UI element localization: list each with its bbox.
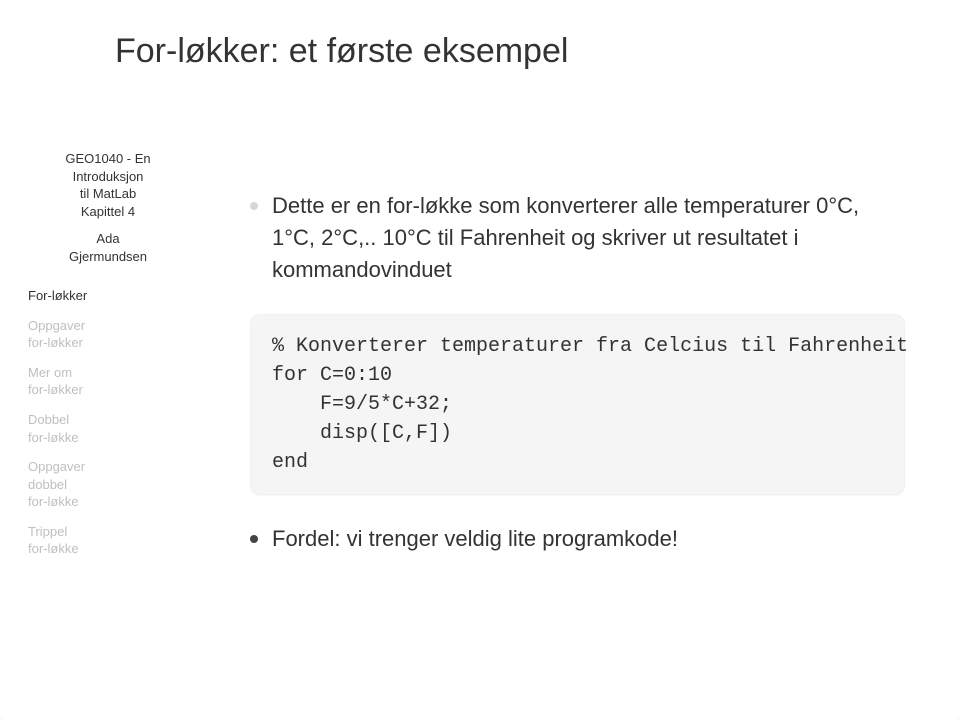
meta-line: GEO1040 - En <box>28 150 188 168</box>
bullet-text: Fordel: vi trenger veldig lite programko… <box>272 523 905 555</box>
content-area: Dette er en for-løkke som konverterer al… <box>250 190 905 565</box>
meta-line: til MatLab <box>28 185 188 203</box>
nav-item-for-lokker[interactable]: For-løkker <box>28 287 188 305</box>
sidebar-meta: GEO1040 - En Introduksjon til MatLab Kap… <box>28 150 188 265</box>
meta-author-first: Ada <box>28 230 188 248</box>
sidebar-nav: For-løkker Oppgaverfor-løkker Mer omfor-… <box>28 287 188 558</box>
bullet-dot-icon <box>250 535 258 543</box>
bullet-item: Dette er en for-løkke som konverterer al… <box>250 190 905 286</box>
sidebar: GEO1040 - En Introduksjon til MatLab Kap… <box>28 150 188 570</box>
bullet-dot-icon <box>250 202 258 210</box>
slide-title: For-løkker: et første eksempel <box>115 32 900 71</box>
slide: For-løkker: et første eksempel GEO1040 -… <box>0 0 960 720</box>
meta-author-last: Gjermundsen <box>28 248 188 266</box>
nav-item-dobbel-for-lokke[interactable]: Dobbelfor-løkke <box>28 411 188 446</box>
bullet-text: Dette er en for-løkke som konverterer al… <box>272 190 905 286</box>
code-text: % Konverterer temperaturer fra Celcius t… <box>272 332 883 477</box>
nav-item-mer-om-for-lokker[interactable]: Mer omfor-løkker <box>28 364 188 399</box>
nav-item-oppgaver-dobbel-for-lokke[interactable]: Oppgaverdobbelfor-løkke <box>28 458 188 511</box>
meta-line: Kapittel 4 <box>28 203 188 221</box>
spacer <box>28 220 188 230</box>
bullet-item: Fordel: vi trenger veldig lite programko… <box>250 523 905 555</box>
nav-item-trippel-for-lokke[interactable]: Trippelfor-løkke <box>28 523 188 558</box>
meta-line: Introduksjon <box>28 168 188 186</box>
code-block: % Konverterer temperaturer fra Celcius t… <box>250 314 905 495</box>
nav-item-oppgaver-for-lokker[interactable]: Oppgaverfor-løkker <box>28 317 188 352</box>
